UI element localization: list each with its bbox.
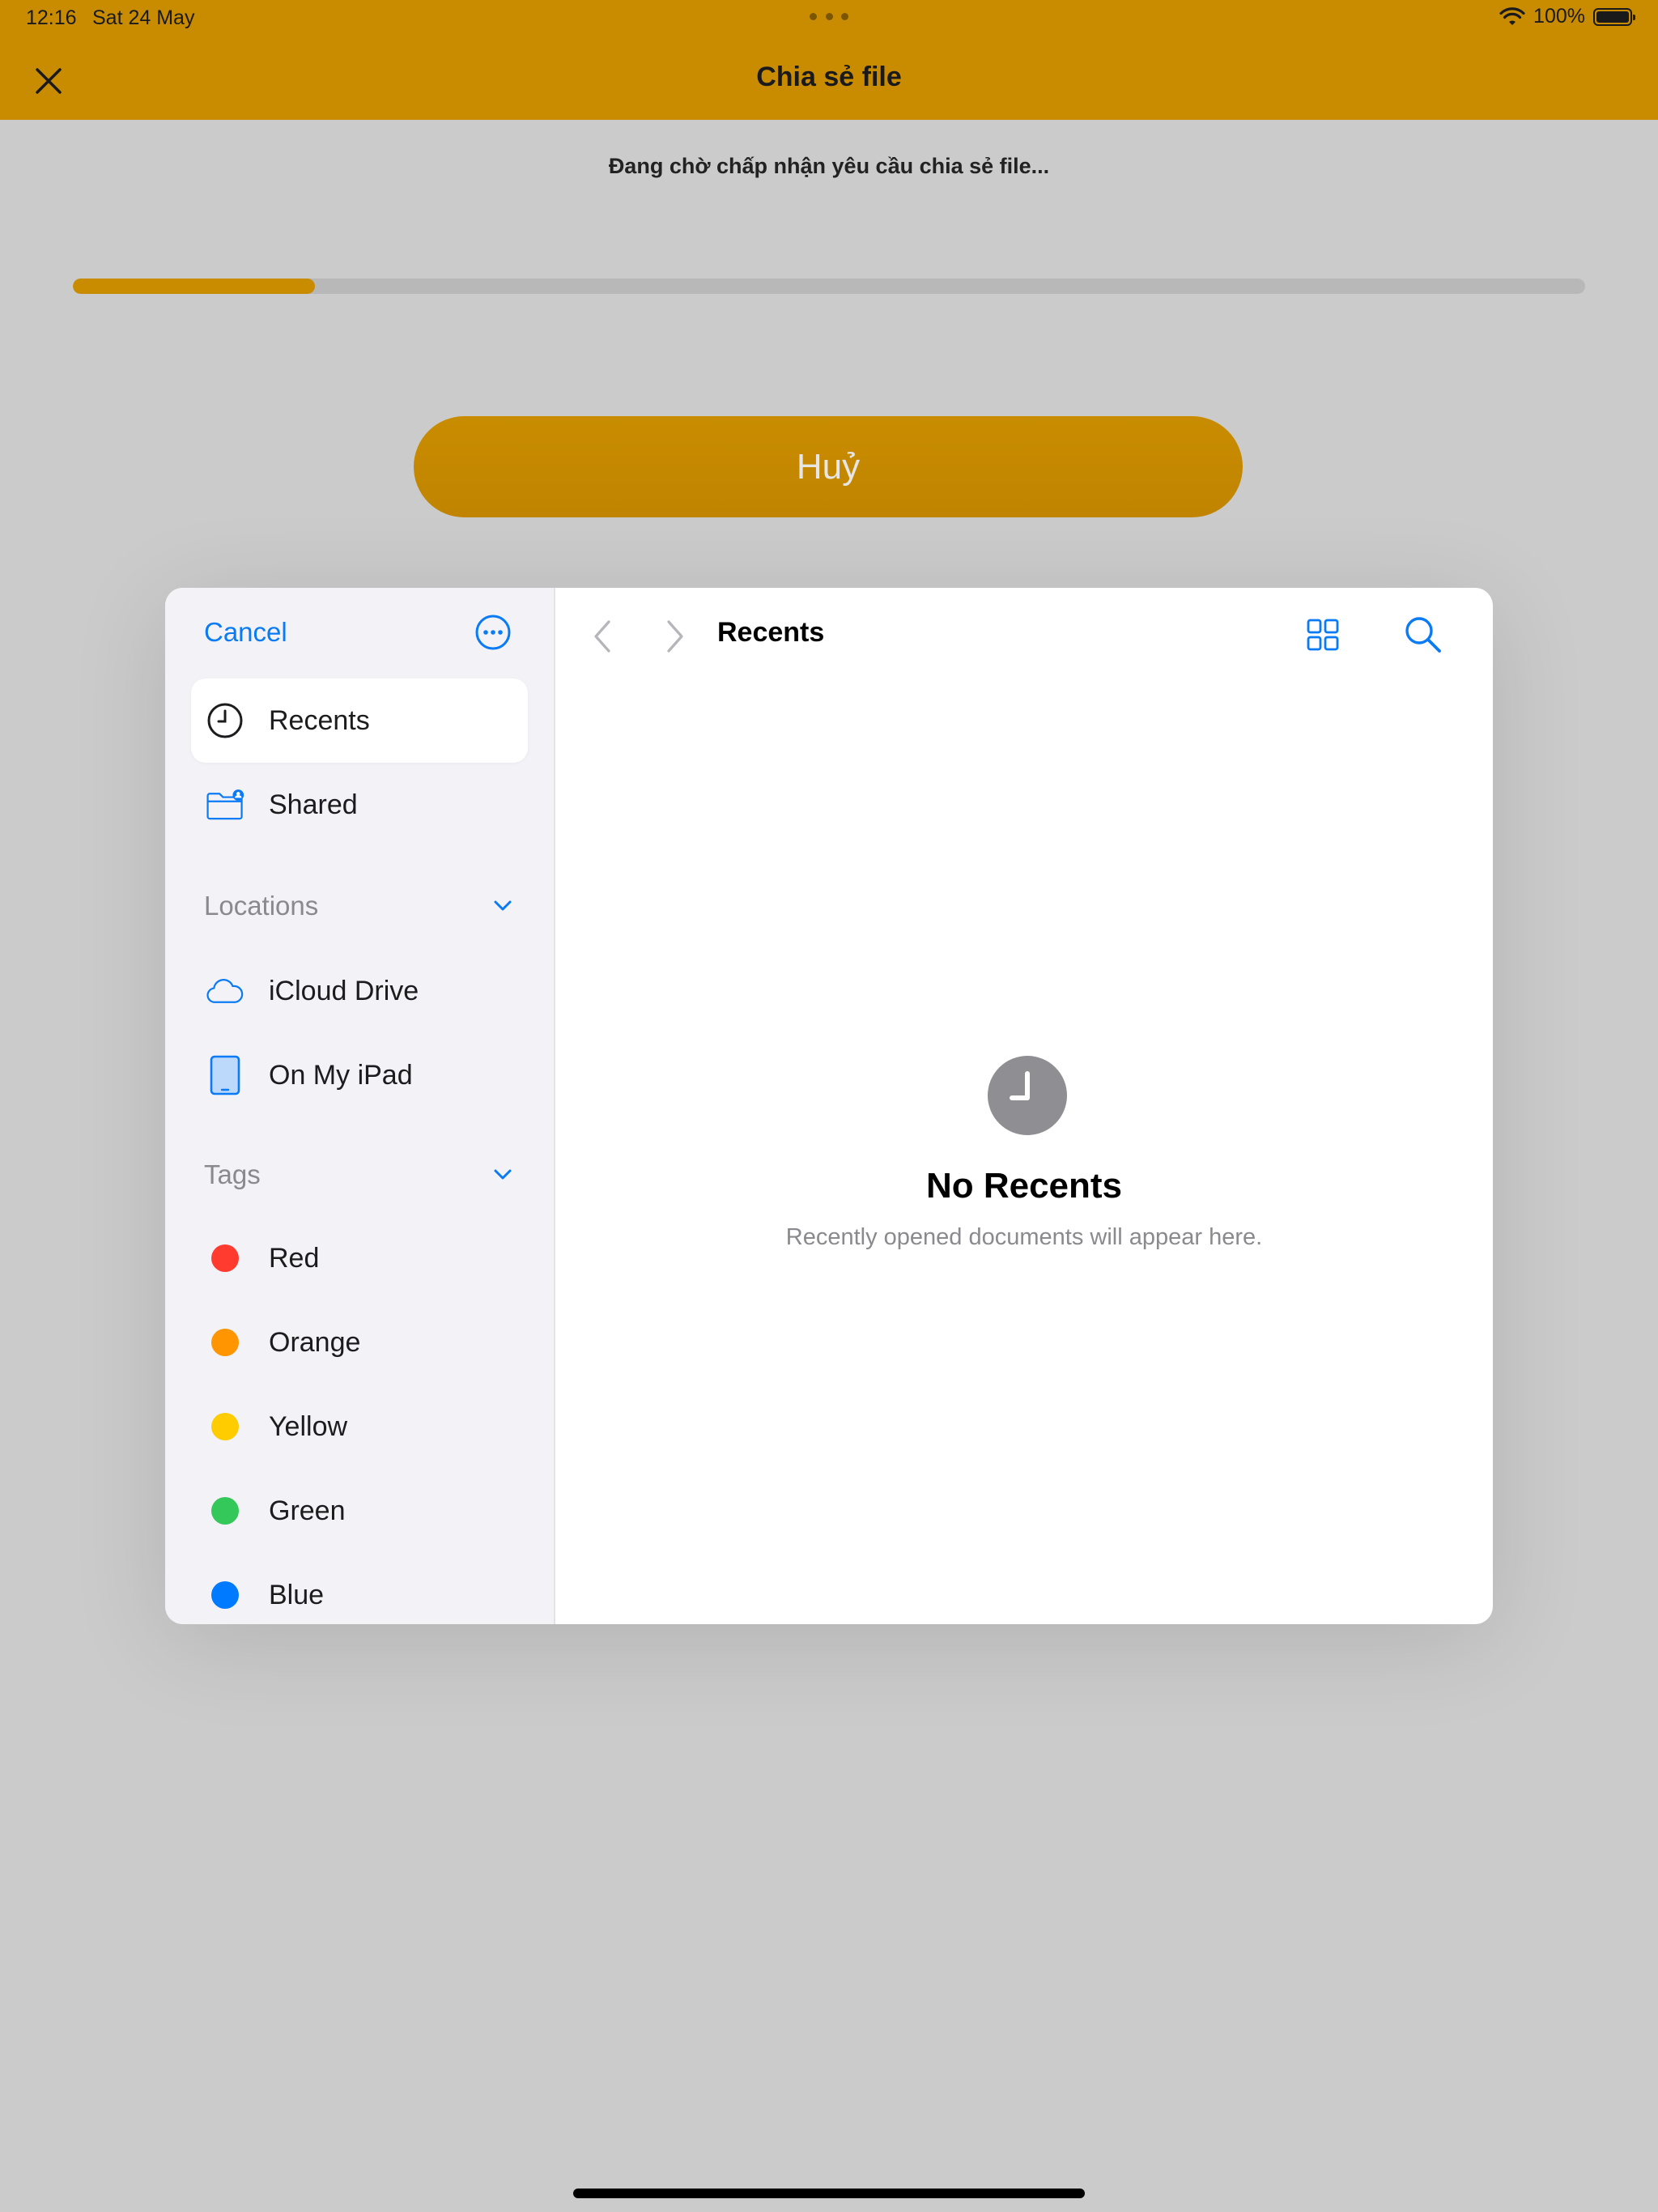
- sidebar-item-tag-orange[interactable]: Orange: [191, 1300, 528, 1385]
- sidebar-item-icloud-drive[interactable]: iCloud Drive: [191, 949, 528, 1033]
- more-options-icon[interactable]: [474, 614, 512, 651]
- chevron-down-icon[interactable]: [491, 1163, 515, 1187]
- tag-color-dot: [211, 1497, 239, 1525]
- sidebar-item-on-my-ipad[interactable]: On My iPad: [191, 1033, 528, 1117]
- tag-dot-icon: [206, 1407, 244, 1446]
- search-icon[interactable]: [1402, 614, 1444, 656]
- transfer-status-message: Đang chờ chấp nhận yêu cầu chia sẻ file.…: [608, 154, 1050, 178]
- chevron-left-icon[interactable]: [588, 617, 617, 656]
- tag-dot-icon: [206, 1323, 244, 1362]
- chevron-down-icon[interactable]: [491, 894, 515, 918]
- tag-color-dot: [211, 1413, 239, 1440]
- sidebar-item-label: Red: [269, 1242, 320, 1274]
- wifi-icon: [1499, 6, 1525, 25]
- tags-header[interactable]: Tags: [204, 1159, 261, 1190]
- sidebar-item-tag-blue[interactable]: Blue: [191, 1553, 528, 1624]
- tag-dot-icon: [206, 1576, 244, 1614]
- clock-icon: [988, 1056, 1067, 1135]
- picker-sidebar: Cancel Recents Shared Locations iCloud D…: [165, 588, 555, 1624]
- picker-main: Recents No Recents Recently opened docum…: [555, 588, 1493, 1624]
- sidebar-item-label: Blue: [269, 1579, 325, 1610]
- shared-folder-icon: [206, 785, 244, 824]
- picker-title: Recents: [717, 617, 825, 648]
- sidebar-item-label: Shared: [269, 789, 358, 820]
- sidebar-item-label: Orange: [269, 1326, 361, 1358]
- sidebar-item-label: On My iPad: [269, 1059, 413, 1091]
- sidebar-item-shared[interactable]: Shared: [191, 763, 528, 847]
- tag-color-dot: [211, 1244, 239, 1272]
- empty-state-title: No Recents: [925, 1166, 1123, 1206]
- clock-icon: [206, 701, 244, 740]
- page-title: Chia sẻ file: [756, 62, 902, 92]
- ipad-icon: [206, 1055, 244, 1095]
- battery-icon: [1593, 7, 1635, 26]
- multitasking-dots-icon[interactable]: [810, 13, 848, 23]
- cloud-icon: [206, 972, 244, 1010]
- top-bar: 12:16 Sat 24 May 100% Chia sẻ file: [0, 0, 1658, 120]
- transfer-progress-fill: [73, 279, 315, 294]
- tag-color-dot: [211, 1329, 239, 1356]
- status-right: 100%: [1499, 5, 1635, 28]
- tag-dot-icon: [206, 1491, 244, 1530]
- sidebar-item-label: iCloud Drive: [269, 975, 419, 1006]
- status-time: 12:16: [26, 6, 77, 29]
- sidebar-item-tag-red[interactable]: Red: [191, 1216, 528, 1300]
- battery-percent: 100%: [1533, 5, 1585, 28]
- sidebar-item-tag-green[interactable]: Green: [191, 1469, 528, 1553]
- sidebar-item-tag-yellow[interactable]: Yellow: [191, 1385, 528, 1469]
- grid-view-icon[interactable]: [1303, 615, 1342, 654]
- status-date: Sat 24 May: [92, 6, 195, 29]
- sidebar-item-recents[interactable]: Recents: [191, 678, 528, 763]
- empty-state-subtitle: Recently opened documents will appear he…: [785, 1224, 1263, 1250]
- chevron-right-icon[interactable]: [661, 617, 690, 656]
- sidebar-item-label: Green: [269, 1495, 346, 1526]
- cancel-transfer-button[interactable]: Huỷ: [414, 416, 1243, 517]
- transfer-progress-bar: [73, 279, 1585, 294]
- sidebar-item-label: Yellow: [269, 1410, 348, 1442]
- sidebar-item-label: Recents: [269, 704, 370, 736]
- tag-color-dot: [211, 1581, 239, 1609]
- document-picker: Cancel Recents Shared Locations iCloud D…: [165, 588, 1493, 1624]
- picker-cancel-button[interactable]: Cancel: [204, 617, 287, 648]
- locations-header[interactable]: Locations: [204, 891, 318, 921]
- tag-dot-icon: [206, 1239, 244, 1278]
- home-indicator[interactable]: [573, 2189, 1085, 2198]
